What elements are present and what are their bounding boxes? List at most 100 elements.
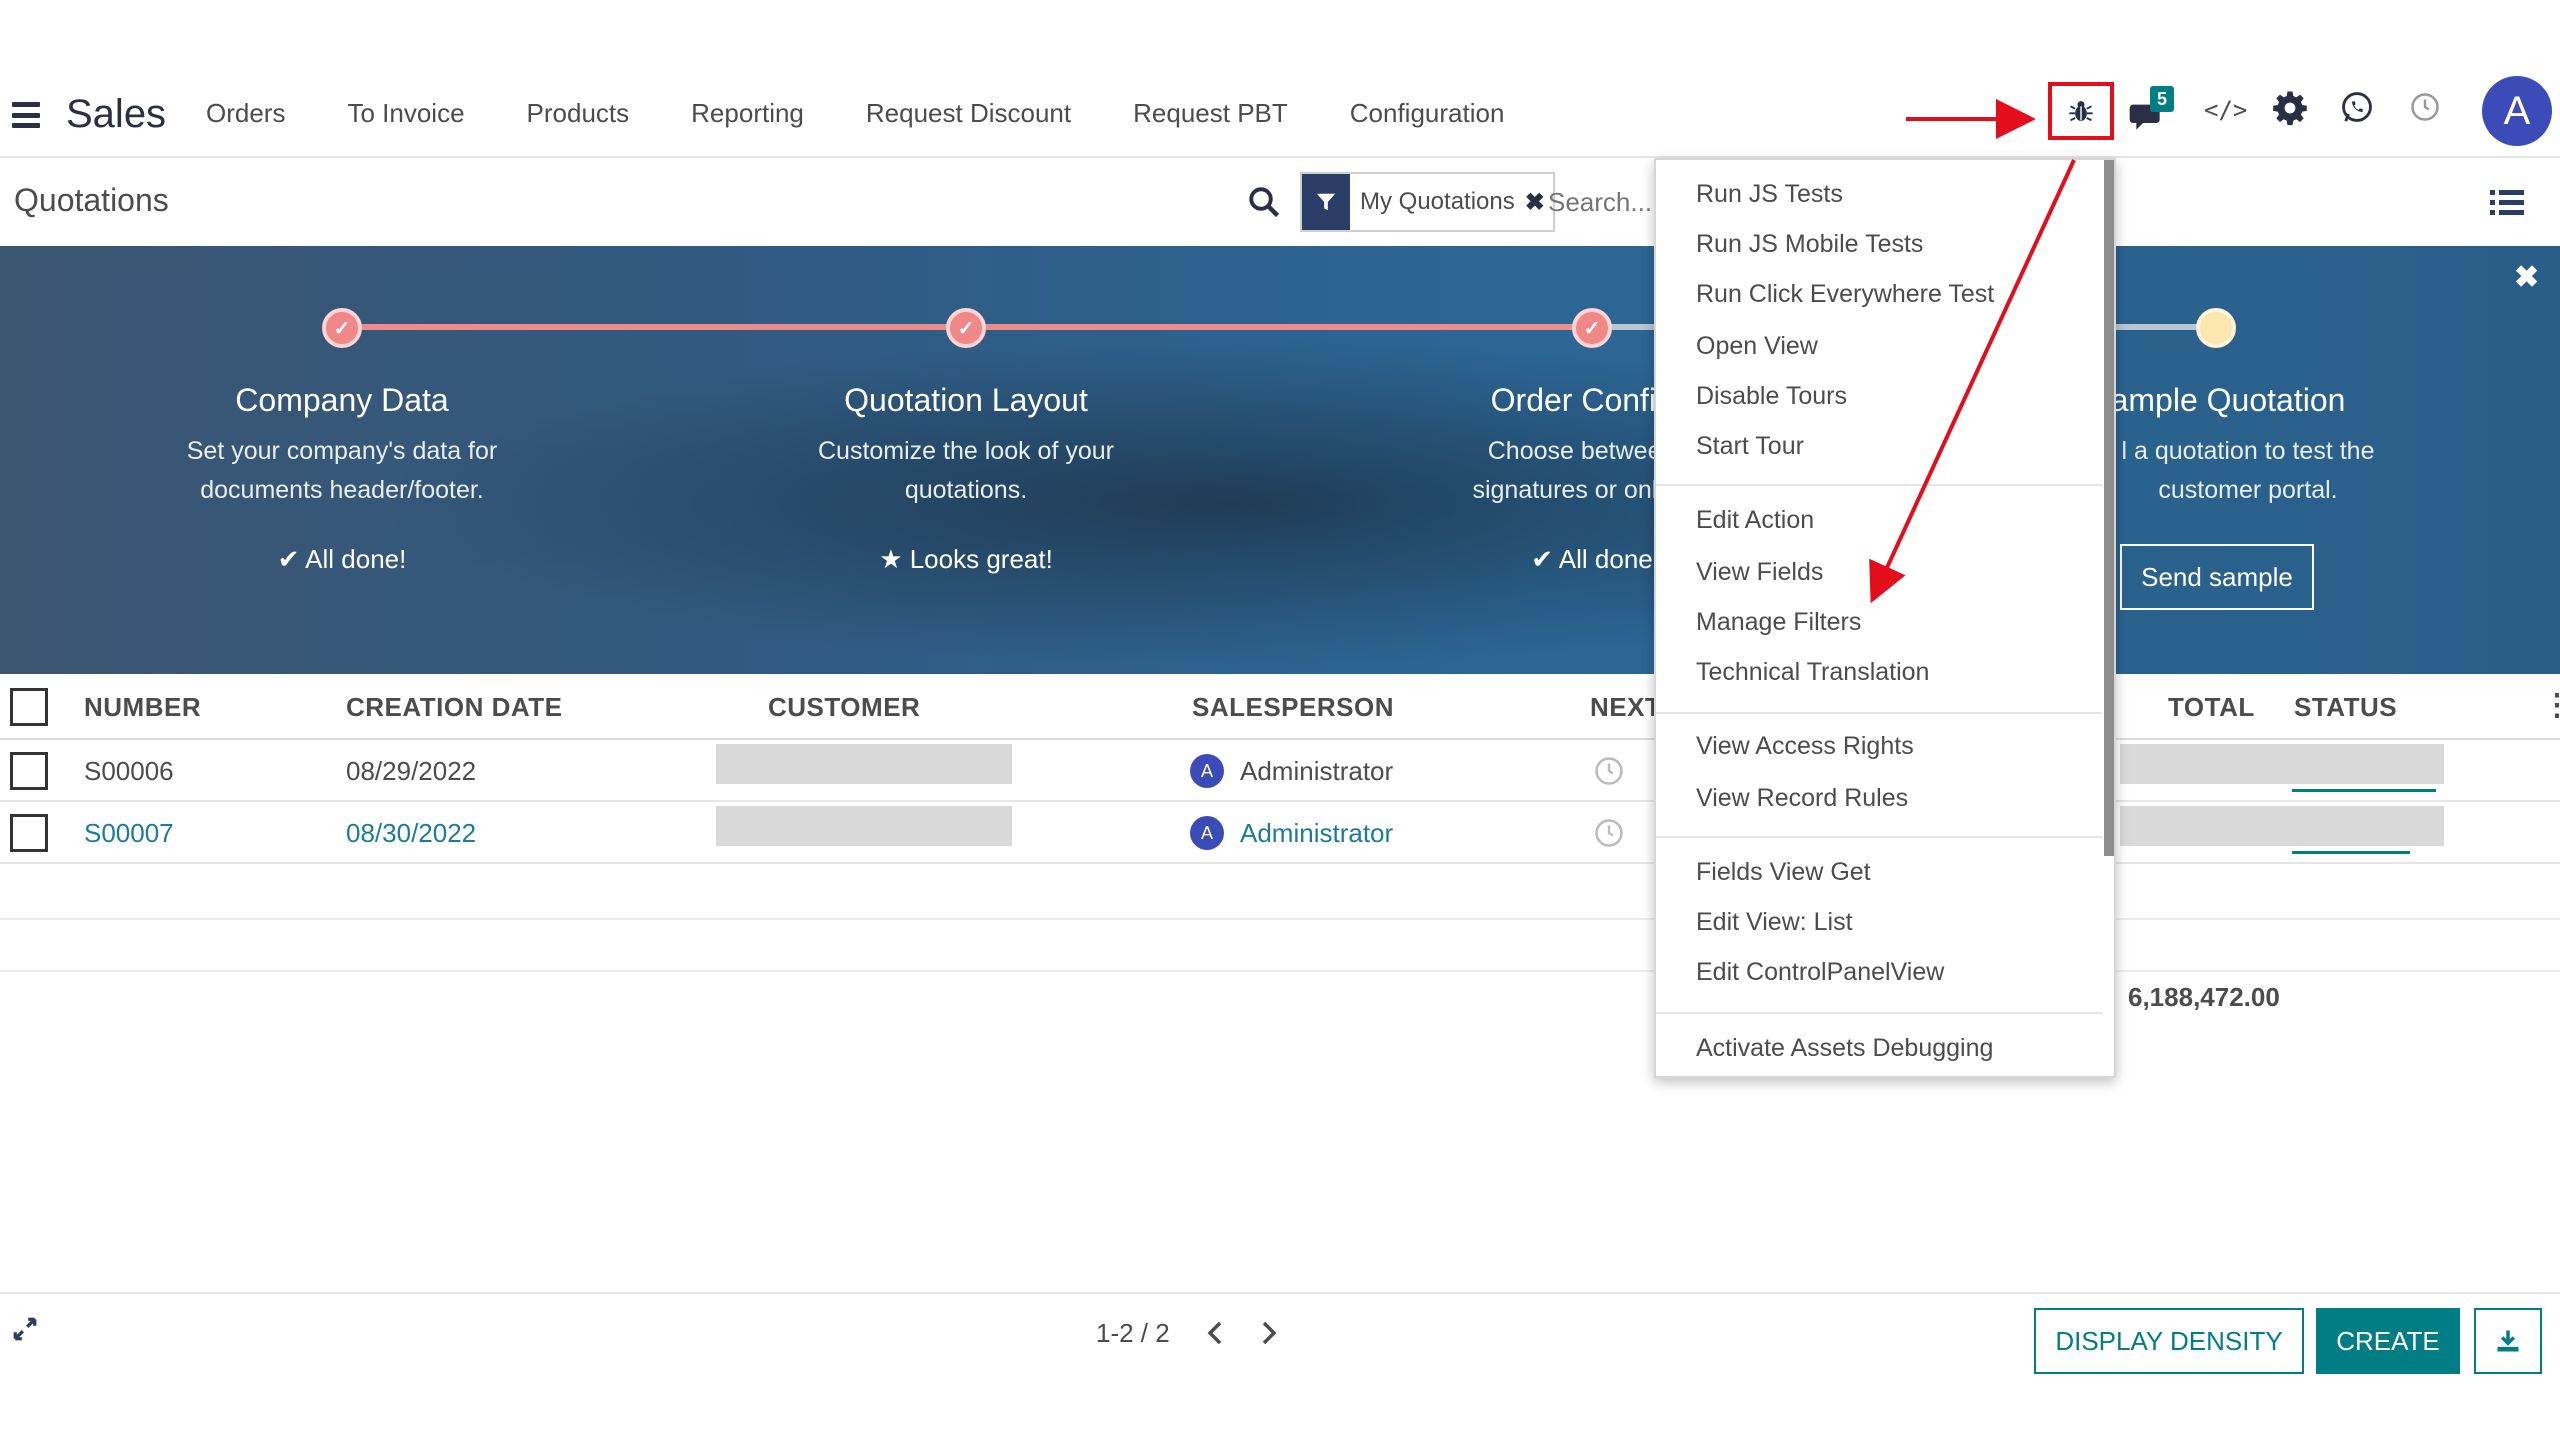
menu-item-view-fields[interactable]: View Fields — [1696, 558, 1823, 587]
code-icon[interactable]: </> — [2204, 96, 2247, 124]
search-input[interactable] — [1548, 172, 1658, 232]
menu-to-invoice[interactable]: To Invoice — [347, 98, 464, 129]
whatsapp-icon[interactable] — [2340, 90, 2374, 129]
debug-menu-button[interactable] — [2048, 82, 2114, 140]
menu-orders[interactable]: Orders — [206, 98, 285, 129]
menu-item-view-access-rights[interactable]: View Access Rights — [1696, 732, 1914, 761]
download-button[interactable] — [2474, 1308, 2542, 1374]
message-count-badge: 5 — [2150, 86, 2174, 112]
activity-clock-icon[interactable] — [1594, 756, 1624, 791]
menu-item-start-tour[interactable]: Start Tour — [1696, 432, 1804, 461]
quotation-number: S00007 — [84, 818, 174, 848]
display-density-button[interactable]: DISPLAY DENSITY — [2034, 1308, 2304, 1374]
column-header-customer[interactable]: CUSTOMER — [768, 692, 920, 723]
step-title[interactable]: Quotation Layout — [716, 382, 1216, 419]
top-navbar: Sales Orders To Invoice Products Reporti… — [0, 72, 2560, 158]
bug-icon — [2069, 101, 2093, 122]
control-panel: Quotations My Quotations ✖ — [0, 160, 2560, 246]
column-header-creation-date[interactable]: CREATION DATE — [346, 692, 562, 723]
chevron-left-icon[interactable] — [1204, 1320, 1226, 1351]
creation-date: 08/29/2022 — [346, 756, 477, 786]
gear-icon[interactable] — [2272, 90, 2308, 131]
step-done-icon[interactable]: ✓ — [1572, 308, 1612, 348]
row-divider — [0, 970, 2560, 972]
step-done-icon[interactable]: ✓ — [946, 308, 986, 348]
close-icon[interactable]: ✖ — [2514, 260, 2539, 295]
search-facet[interactable]: My Quotations ✖ — [1300, 172, 1555, 232]
column-header-total[interactable]: TOTAL — [2168, 692, 2255, 723]
expand-icon[interactable] — [12, 1316, 38, 1347]
menu-item-open-view[interactable]: Open View — [1696, 332, 1818, 361]
pager-value[interactable]: 1-2 / 2 — [1096, 1318, 1170, 1349]
status-badge — [2292, 814, 2410, 854]
row-checkbox[interactable] — [10, 752, 48, 790]
salesperson-avatar: A — [1190, 754, 1224, 788]
step-done-icon[interactable]: ✓ — [322, 308, 362, 348]
menu-item-run-js-tests[interactable]: Run JS Tests — [1696, 180, 1843, 209]
debug-dropdown-menu: Run JS Tests Run JS Mobile Tests Run Cli… — [1654, 158, 2116, 1078]
menu-products[interactable]: Products — [527, 98, 630, 129]
column-header-number[interactable]: NUMBER — [84, 692, 201, 723]
row-divider — [0, 918, 2560, 920]
filter-icon — [1302, 174, 1350, 230]
row-checkbox[interactable] — [10, 814, 48, 852]
hamburger-icon[interactable] — [10, 98, 42, 132]
search-icon[interactable] — [1246, 184, 1282, 225]
menu-item-edit-controlpanelview[interactable]: Edit ControlPanelView — [1696, 958, 1944, 987]
step-status: ✔ All done! — [277, 544, 407, 574]
column-header-next[interactable]: NEXT — [1590, 692, 1661, 723]
table-row[interactable]: S00007 08/30/2022 A Administrator — [0, 802, 2560, 864]
user-avatar[interactable]: A — [2482, 76, 2552, 146]
menu-item-edit-view-list[interactable]: Edit View: List — [1696, 908, 1853, 937]
step-status: ★ Looks great! — [879, 544, 1053, 574]
step-pending-icon[interactable] — [2196, 308, 2236, 348]
activity-clock-icon[interactable] — [1594, 818, 1624, 853]
send-sample-button[interactable]: Send sample — [2120, 544, 2314, 610]
quotation-number: S00006 — [84, 756, 174, 786]
step-description: Set your company's data for documents hea… — [186, 437, 498, 504]
menu-request-discount[interactable]: Request Discount — [866, 98, 1071, 129]
column-header-status[interactable]: STATUS — [2294, 692, 2397, 723]
chevron-right-icon[interactable] — [1258, 1320, 1280, 1351]
select-all-checkbox[interactable] — [10, 688, 48, 726]
step-description: Customize the look of your quotations. — [818, 437, 1114, 504]
menu-item-run-click-everywhere-test[interactable]: Run Click Everywhere Test — [1696, 280, 1994, 309]
creation-date: 08/30/2022 — [346, 818, 477, 848]
optional-columns-icon[interactable]: ⋮ — [2542, 688, 2560, 723]
menu-item-view-record-rules[interactable]: View Record Rules — [1696, 784, 1908, 813]
breadcrumb: Quotations — [14, 182, 169, 218]
app-title[interactable]: Sales — [66, 92, 166, 137]
footer-bar: 1-2 / 2 DISPLAY DENSITY CREATE — [0, 1292, 2560, 1382]
menu-divider — [1656, 712, 2102, 714]
menu-request-pbt[interactable]: Request PBT — [1133, 98, 1288, 129]
status-badge — [2292, 752, 2436, 792]
step-title[interactable]: Company Data — [92, 382, 592, 419]
menu-item-technical-translation[interactable]: Technical Translation — [1696, 658, 1929, 687]
facet-label: My Quotations — [1360, 188, 1515, 215]
messaging-menu[interactable]: 5 — [2128, 86, 2178, 138]
clock-icon[interactable] — [2410, 92, 2440, 127]
list-view-icon[interactable] — [2490, 188, 2524, 223]
table-header: NUMBER CREATION DATE CUSTOMER SALESPERSO… — [0, 674, 2560, 740]
menu-item-edit-action[interactable]: Edit Action — [1696, 506, 1814, 535]
menu-item-manage-filters[interactable]: Manage Filters — [1696, 608, 1861, 637]
menu-divider — [1656, 484, 2102, 486]
menu-divider — [1656, 836, 2102, 838]
customer-redacted — [716, 744, 1012, 784]
menu-reporting[interactable]: Reporting — [691, 98, 804, 129]
create-button[interactable]: CREATE — [2316, 1308, 2460, 1374]
menu-item-fields-view-get[interactable]: Fields View Get — [1696, 858, 1871, 887]
table-row[interactable]: S00006 08/29/2022 A Administrator — [0, 740, 2560, 802]
menu-item-disable-tours[interactable]: Disable Tours — [1696, 382, 1847, 411]
total-sum: 6,188,472.00 — [2128, 982, 2280, 1012]
menu-divider — [1656, 1012, 2102, 1014]
main-menu: Orders To Invoice Products Reporting Req… — [206, 98, 1504, 129]
download-icon — [2497, 1330, 2519, 1352]
dropdown-scrollbar[interactable] — [2104, 160, 2114, 856]
menu-item-run-js-mobile-tests[interactable]: Run JS Mobile Tests — [1696, 230, 1923, 259]
column-header-salesperson[interactable]: SALESPERSON — [1192, 692, 1394, 723]
menu-item-activate-assets-debugging[interactable]: Activate Assets Debugging — [1696, 1034, 1993, 1063]
salesperson-name: Administrator — [1240, 818, 1394, 848]
salesperson-name: Administrator — [1240, 756, 1394, 786]
menu-configuration[interactable]: Configuration — [1350, 98, 1505, 129]
